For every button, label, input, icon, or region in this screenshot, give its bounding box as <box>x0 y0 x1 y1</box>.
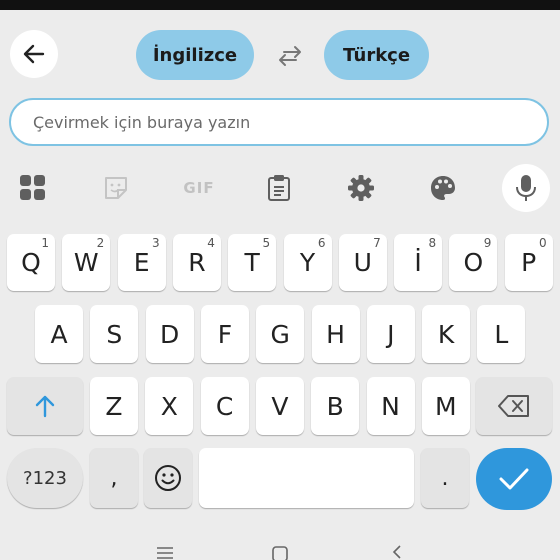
key-label: O <box>463 248 484 277</box>
gif-label: GIF <box>183 179 215 197</box>
back-nav-icon[interactable] <box>390 544 404 560</box>
key-n[interactable]: N <box>366 377 415 435</box>
backspace-key[interactable] <box>476 377 552 435</box>
key-label: D <box>159 319 180 349</box>
key-m[interactable]: M <box>421 377 470 435</box>
key-number-hint: 7 <box>373 236 381 250</box>
target-language-button[interactable]: Türkçe <box>324 30 429 80</box>
mic-icon <box>516 175 536 201</box>
key-label: W <box>73 248 99 277</box>
emoji-smile-icon <box>155 465 181 491</box>
key-number-hint: 4 <box>207 236 215 250</box>
key-h[interactable]: H <box>311 305 360 363</box>
voice-input-button[interactable] <box>502 164 550 212</box>
key-label: B <box>326 391 344 421</box>
key-d[interactable]: D <box>145 305 194 363</box>
palette-icon[interactable] <box>428 173 458 203</box>
key-label: G <box>270 319 290 349</box>
swap-arrows-icon[interactable] <box>276 42 304 70</box>
key-label: T <box>244 248 260 277</box>
period-key-label: . <box>441 465 449 491</box>
symbols-key-label: ?123 <box>23 467 67 489</box>
clipboard-icon[interactable] <box>264 173 294 203</box>
key-q[interactable]: 1Q <box>7 234 55 291</box>
check-icon <box>499 468 529 490</box>
status-bar <box>0 0 560 10</box>
period-key[interactable]: . <box>421 448 469 508</box>
key-b[interactable]: B <box>311 377 360 435</box>
key-s[interactable]: S <box>90 305 139 363</box>
key-f[interactable]: F <box>200 305 249 363</box>
key-label: İ <box>414 248 422 277</box>
sticker-icon[interactable] <box>101 173 131 203</box>
key-label: Q <box>21 248 41 277</box>
source-language-button[interactable]: İngilizce <box>136 30 254 80</box>
key-c[interactable]: C <box>200 377 249 435</box>
key-label: J <box>387 319 395 349</box>
gear-icon[interactable] <box>346 173 376 203</box>
key-label: M <box>435 391 457 421</box>
arrow-left-icon <box>23 44 45 64</box>
key-o[interactable]: 9O <box>449 234 498 291</box>
key-v[interactable]: V <box>255 377 304 435</box>
arrow-up-icon <box>35 395 55 418</box>
key-l[interactable]: L <box>477 305 526 363</box>
backspace-icon <box>498 395 529 417</box>
key-number-hint: 9 <box>483 236 492 250</box>
key-a[interactable]: A <box>35 305 83 363</box>
key-label: C <box>215 391 234 421</box>
key-label: V <box>271 391 289 421</box>
key-e[interactable]: 3E <box>117 234 166 291</box>
key-x[interactable]: X <box>145 377 194 435</box>
key-p[interactable]: 0P <box>504 234 553 291</box>
key-number-hint: 1 <box>41 236 49 250</box>
key-r[interactable]: 4R <box>172 234 221 291</box>
menu-nav-icon[interactable] <box>155 546 175 560</box>
emoji-key[interactable] <box>144 448 192 508</box>
key-number-hint: 5 <box>262 236 271 250</box>
key-i̇[interactable]: 8İ <box>394 234 443 291</box>
system-nav-bar <box>0 520 560 560</box>
key-label: N <box>381 391 400 421</box>
key-j[interactable]: J <box>366 305 415 363</box>
key-g[interactable]: G <box>256 305 305 363</box>
key-number-hint: 0 <box>539 236 547 250</box>
key-w[interactable]: 2W <box>62 234 111 291</box>
key-label: L <box>494 319 509 349</box>
key-y[interactable]: 6Y <box>283 234 332 291</box>
symbols-key[interactable]: ?123 <box>7 448 83 508</box>
key-k[interactable]: K <box>422 305 471 363</box>
space-key[interactable] <box>199 448 414 508</box>
gif-icon[interactable]: GIF <box>182 173 216 203</box>
key-number-hint: 2 <box>96 236 105 250</box>
key-label: S <box>106 319 123 349</box>
key-label: K <box>437 319 455 349</box>
key-u[interactable]: 7U <box>338 234 387 291</box>
grid-apps-icon[interactable] <box>18 173 48 203</box>
key-z[interactable]: Z <box>90 377 138 435</box>
key-label: H <box>326 319 345 349</box>
key-label: U <box>353 248 372 277</box>
key-number-hint: 6 <box>317 236 326 250</box>
key-label: Y <box>299 248 316 277</box>
key-label: F <box>217 319 233 349</box>
translate-input[interactable] <box>11 100 547 144</box>
key-label: E <box>133 248 150 277</box>
back-button[interactable] <box>10 30 58 78</box>
key-number-hint: 3 <box>151 236 160 250</box>
shift-key[interactable] <box>7 377 83 435</box>
home-nav-icon[interactable] <box>270 546 290 560</box>
comma-key[interactable]: , <box>90 448 138 508</box>
key-label: Z <box>105 391 123 421</box>
key-label: P <box>521 248 537 277</box>
translate-input-box[interactable] <box>9 98 549 146</box>
key-t[interactable]: 5T <box>228 234 277 291</box>
comma-key-label: , <box>110 465 118 491</box>
key-number-hint: 8 <box>428 236 437 250</box>
key-label: R <box>188 248 206 277</box>
enter-key[interactable] <box>476 448 552 510</box>
key-label: A <box>50 319 68 349</box>
key-label: X <box>160 391 178 421</box>
